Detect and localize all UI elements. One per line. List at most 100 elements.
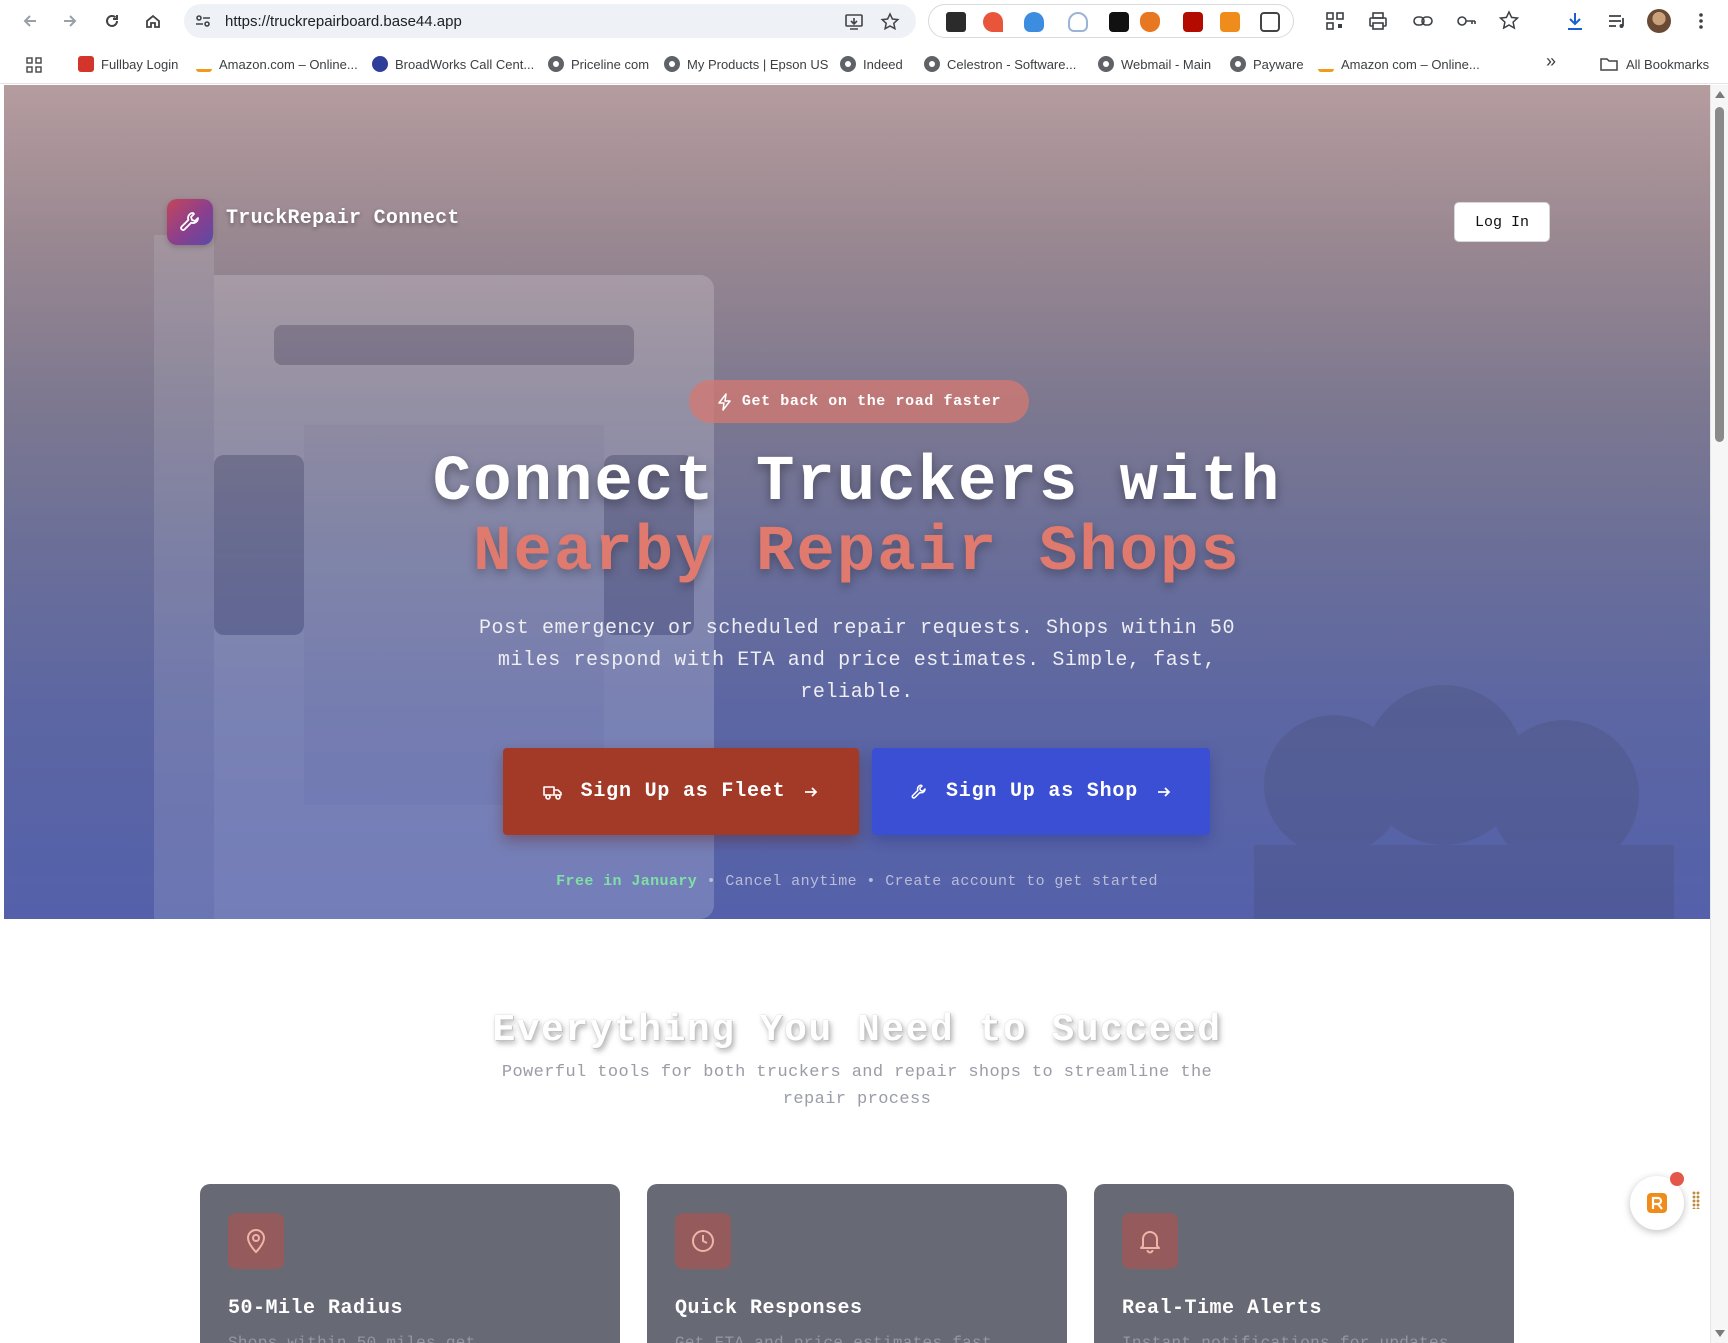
hero-subtitle: Post emergency or scheduled repair reque… [478,617,1236,704]
download-icon[interactable] [1564,10,1586,32]
cloud-outline-icon[interactable] [1068,12,1088,32]
feature-card-responses: Quick Responses Get ETA and price estima… [647,1184,1067,1343]
amazon-icon [1318,56,1334,72]
profile-avatar[interactable] [1647,9,1671,33]
globe-icon [840,56,856,72]
notification-dot [1670,1172,1684,1186]
bookmark-label: Priceline com [571,56,650,72]
scroll-up-icon[interactable] [1715,91,1725,98]
bookmark-label: BroadWorks Call Cent... [395,56,535,72]
bookmarks-overflow-button[interactable]: » [1546,51,1556,71]
extension-a-icon[interactable] [1109,12,1129,32]
feature-title: 50-Mile Radius [228,1297,404,1320]
brand-name[interactable]: TruckRepair Connect [226,207,460,230]
globe-icon [664,56,680,72]
extension-r-icon[interactable] [1220,12,1240,32]
back-icon[interactable] [18,9,42,33]
bookmark-item[interactable]: Amazon com – Online... [1318,54,1480,74]
bookmark-item[interactable]: Webmail - Main [1098,54,1211,74]
signup-fleet-button[interactable]: Sign Up as Fleet [503,748,859,835]
arrow-right-icon [1158,786,1171,797]
cloud-icon[interactable] [1024,12,1044,32]
bookmark-item[interactable]: BroadWorks Call Cent... [372,54,534,74]
extension-2-icon[interactable] [983,12,1003,32]
extensions-group [928,4,1294,38]
apps-grid-icon[interactable] [26,55,42,75]
scroll-thumb[interactable] [1715,107,1724,442]
extension-1-icon[interactable] [946,12,966,32]
bookmark-label: Amazon com – Online... [1341,56,1480,72]
print-icon[interactable] [1367,10,1389,32]
feature-title: Real-Time Alerts [1122,1297,1323,1320]
bookmark-item[interactable]: Indeed [840,54,903,74]
bookmark-label: Amazon.com – Online... [219,56,358,72]
bookmark-item[interactable]: Priceline com [548,54,649,74]
bookmark-label: Celestron - Software... [947,56,1077,72]
map-pin-icon [228,1213,284,1269]
metamask-icon[interactable] [1140,12,1160,32]
site-info-icon[interactable] [194,12,212,30]
bookmark-label: Indeed [863,56,903,72]
web-page: TruckRepair Connect Log In Get back on t… [4,85,1710,1343]
browser-toolbar: https://truckrepairboard.base44.app [0,0,1728,42]
all-bookmarks-button[interactable]: All Bookmarks [1600,54,1709,74]
home-icon[interactable] [141,9,165,33]
install-app-icon[interactable] [844,12,864,32]
feature-description: Shops within 50 miles get [228,1334,476,1343]
favorites-star-icon[interactable] [1498,10,1520,32]
features-title: Everything You Need to Succeed [492,1009,1222,1052]
bookmark-label: Payware [1253,56,1304,72]
clock-icon [675,1213,731,1269]
bookmark-item[interactable]: Celestron - Software... [924,54,1076,74]
bookmark-star-icon[interactable] [880,12,900,32]
globe-icon [1230,56,1246,72]
page-scrollbar[interactable] [1710,85,1728,1343]
bookmark-item[interactable]: Amazon.com – Online... [196,54,358,74]
bookmark-label: Webmail - Main [1121,56,1212,72]
feature-card-radius: 50-Mile Radius Shops within 50 miles get [200,1184,620,1343]
drag-handle-icon[interactable] [1692,1191,1700,1209]
media-queue-icon[interactable] [1606,10,1628,32]
tagline-pill: Get back on the road faster [689,380,1029,423]
bookmark-item[interactable]: Fullbay Login [78,54,178,74]
signup-shop-button[interactable]: Sign Up as Shop [872,748,1210,835]
extensions-puzzle-icon[interactable] [1260,12,1280,32]
pricing-note-rest: • Cancel anytime • Create account to get… [697,873,1158,890]
reload-icon[interactable] [100,9,124,33]
bell-icon [1122,1213,1178,1269]
globe-icon [924,56,940,72]
login-button[interactable]: Log In [1454,202,1550,242]
arrow-right-icon [805,786,818,797]
free-highlight: Free in January [556,873,698,890]
address-bar[interactable]: https://truckrepairboard.base44.app [184,4,916,38]
tagline-text: Get back on the road faster [741,393,1002,410]
scroll-down-icon[interactable] [1715,1330,1725,1337]
features-subtitle: Powerful tools for both truckers and rep… [501,1063,1213,1109]
all-bookmarks-label: All Bookmarks [1626,56,1710,72]
signup-shop-label: Sign Up as Shop [945,780,1139,803]
headline-line-1: Connect Truckers with [432,447,1282,519]
folder-icon [1600,58,1618,71]
password-key-icon[interactable] [1455,10,1477,32]
qr-code-icon[interactable] [1324,10,1346,32]
headline-line-2: Nearby Repair Shops [473,517,1241,589]
browser-menu-icon[interactable] [1690,10,1712,32]
forward-icon[interactable] [58,9,82,33]
amazon-icon [196,56,212,72]
bookmark-item[interactable]: My Products | Epson US [664,54,828,74]
feature-title: Quick Responses [675,1297,863,1320]
link-icon[interactable] [1412,10,1434,32]
pdf-icon[interactable] [1183,12,1203,32]
truck-icon [542,785,562,800]
pricing-note: Free in January • Cancel anytime • Creat… [4,873,1710,890]
wrench-icon [911,784,926,799]
bookmark-label: My Products | Epson US [687,56,829,72]
feature-description: Get ETA and price estimates fast [675,1334,992,1343]
url-text[interactable]: https://truckrepairboard.base44.app [225,13,462,30]
bookmark-item[interactable]: Payware [1230,54,1304,74]
globe-icon [1098,56,1114,72]
bookmarks-bar: Fullbay Login Amazon.com – Online... Bro… [0,42,1728,84]
assistant-logo-icon [1647,1193,1667,1213]
logo-icon[interactable] [167,199,213,245]
bookmark-label: Fullbay Login [101,56,179,72]
